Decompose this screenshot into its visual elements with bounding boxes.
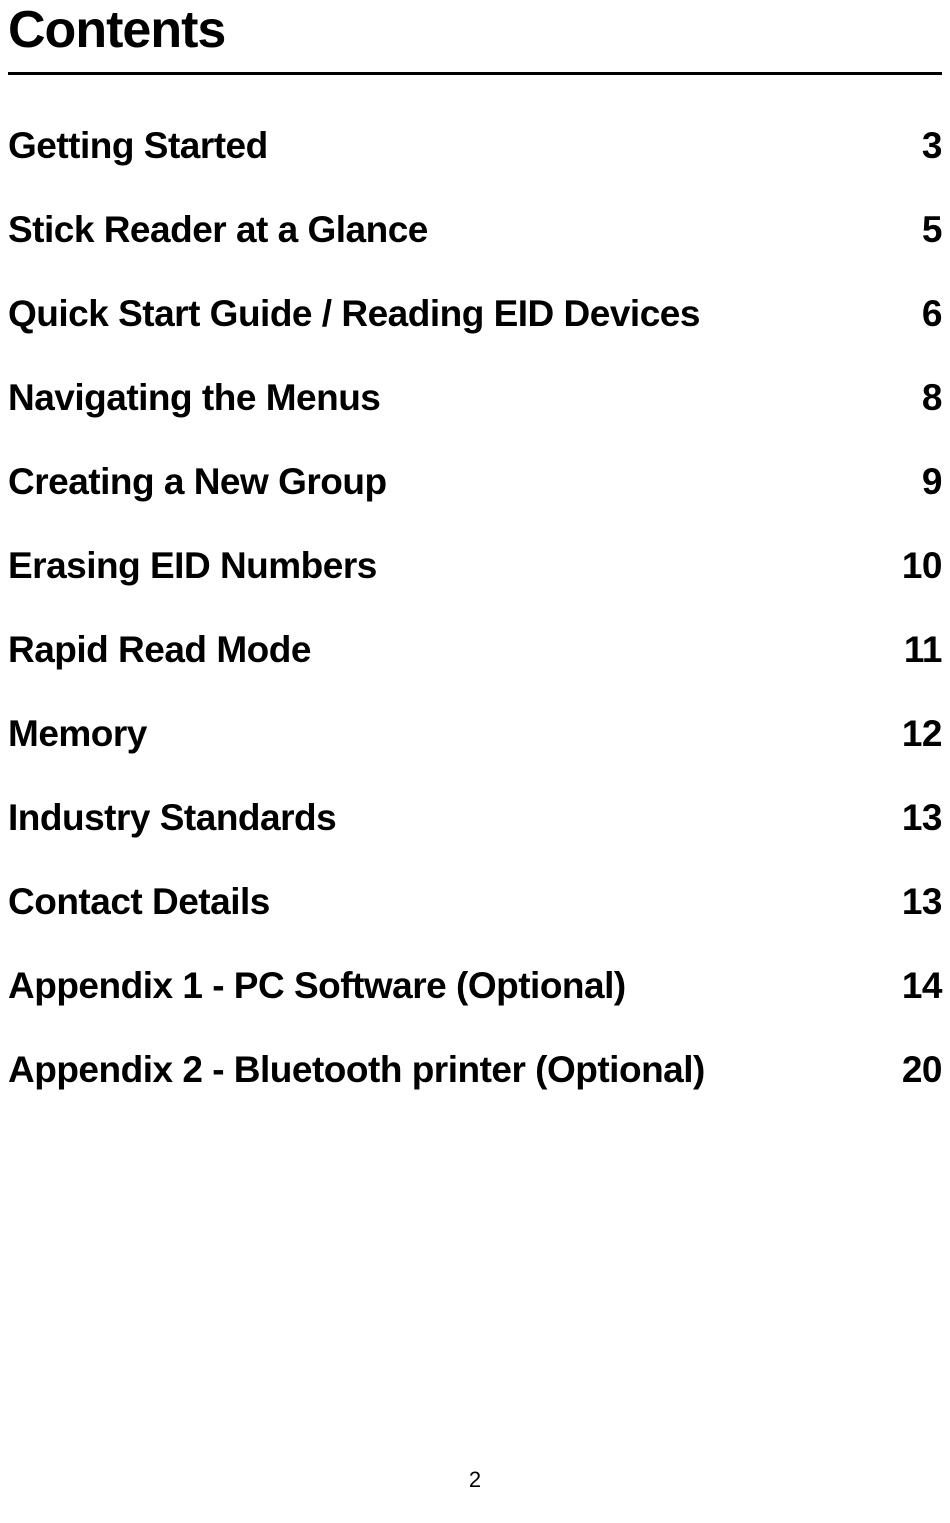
toc-entry: Industry Standards 13 [8, 797, 942, 839]
toc-entry: Appendix 1 - PC Software (Optional) 14 [8, 965, 942, 1007]
toc-entry-title: Appendix 2 - Bluetooth printer (Optional… [8, 1049, 882, 1091]
page-title: Contents [0, 0, 950, 72]
toc-entry-page: 6 [882, 293, 942, 335]
toc-entry: Memory 12 [8, 713, 942, 755]
toc-entry-title: Stick Reader at a Glance [8, 209, 882, 251]
toc-entry-title: Industry Standards [8, 797, 882, 839]
toc-entry-page: 10 [882, 545, 942, 587]
toc-entry-page: 3 [882, 125, 942, 167]
toc-entry-page: 20 [882, 1049, 942, 1091]
title-divider [8, 72, 942, 75]
toc-entry-title: Erasing EID Numbers [8, 545, 882, 587]
toc-entry-title: Quick Start Guide / Reading EID Devices [8, 293, 882, 335]
toc-entry-title: Appendix 1 - PC Software (Optional) [8, 965, 882, 1007]
page-number: 2 [0, 1467, 950, 1493]
toc-entry-title: Contact Details [8, 881, 882, 923]
toc-entry: Erasing EID Numbers 10 [8, 545, 942, 587]
toc-entry-page: 13 [882, 797, 942, 839]
toc-entry: Getting Started 3 [8, 125, 942, 167]
toc-entry-title: Navigating the Menus [8, 377, 882, 419]
toc-entry: Rapid Read Mode 11 [8, 629, 942, 671]
toc-entry-page: 14 [882, 965, 942, 1007]
toc-entry: Contact Details 13 [8, 881, 942, 923]
toc-entry-page: 9 [882, 461, 942, 503]
toc-entry-title: Rapid Read Mode [8, 629, 882, 671]
toc-entry-page: 8 [882, 377, 942, 419]
toc-entry-title: Memory [8, 713, 882, 755]
toc-entry: Quick Start Guide / Reading EID Devices … [8, 293, 942, 335]
toc-entry-page: 12 [882, 713, 942, 755]
toc-entry: Creating a New Group 9 [8, 461, 942, 503]
toc-entry-title: Getting Started [8, 125, 882, 167]
toc-entry: Navigating the Menus 8 [8, 377, 942, 419]
toc-entry: Appendix 2 - Bluetooth printer (Optional… [8, 1049, 942, 1091]
toc-list: Getting Started 3 Stick Reader at a Glan… [0, 125, 950, 1091]
toc-entry-page: 5 [882, 209, 942, 251]
toc-entry-page: 13 [882, 881, 942, 923]
toc-entry-title: Creating a New Group [8, 461, 882, 503]
toc-entry: Stick Reader at a Glance 5 [8, 209, 942, 251]
toc-entry-page: 11 [882, 629, 942, 671]
